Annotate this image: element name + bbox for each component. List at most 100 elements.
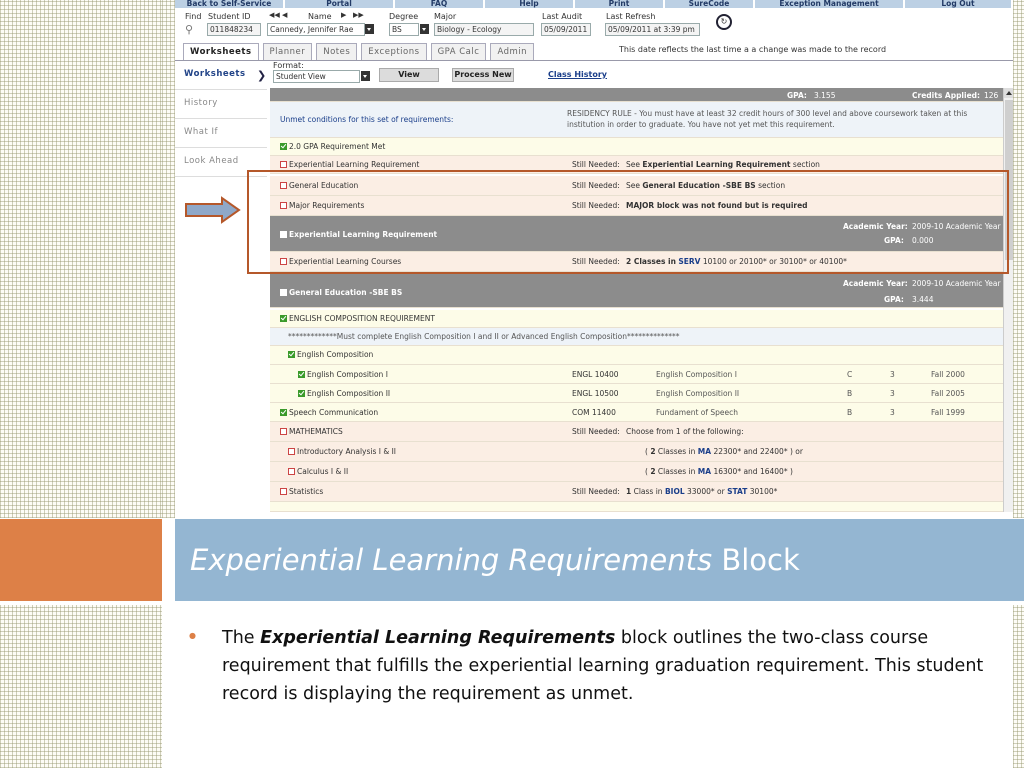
scrollbar[interactable] bbox=[1003, 88, 1013, 512]
residency-note: RESIDENCY RULE - You must have at least … bbox=[567, 109, 968, 129]
tab-exceptions[interactable]: Exceptions bbox=[361, 43, 427, 60]
sidebar-divider bbox=[175, 147, 267, 148]
tab-admin[interactable]: Admin bbox=[490, 43, 535, 60]
last-refresh-field: 05/09/2011 at 3:39 pm bbox=[605, 23, 700, 36]
check-icon bbox=[298, 371, 305, 378]
top-nav: Back to Self-Service Portal FAQ Help Pri… bbox=[175, 0, 1013, 8]
eng-comp-label: English Composition bbox=[297, 350, 374, 359]
sidebar-item-worksheets[interactable]: Worksheets bbox=[184, 69, 246, 79]
nav-portal[interactable]: Portal bbox=[285, 0, 395, 8]
classes-count: 1 bbox=[626, 487, 632, 496]
nav-back-to-self-service[interactable]: Back to Self-Service bbox=[175, 0, 285, 8]
gpa-requirement-row: 2.0 GPA Requirement Met bbox=[270, 138, 1013, 156]
tab-planner[interactable]: Planner bbox=[262, 43, 313, 60]
course-term: Fall 2000 bbox=[931, 370, 965, 379]
unchecked-box-icon bbox=[280, 488, 287, 495]
stat-course-number: 30100* bbox=[749, 487, 778, 496]
sidebar-item-look-ahead[interactable]: Look Ahead bbox=[184, 156, 239, 166]
accent-bar bbox=[0, 519, 162, 601]
degree-select[interactable]: BS bbox=[389, 23, 419, 36]
body-text-pre: The bbox=[222, 628, 255, 648]
nav-help[interactable]: Help bbox=[485, 0, 575, 8]
tab-notes[interactable]: Notes bbox=[316, 43, 358, 60]
gpa-requirement-label: 2.0 GPA Requirement Met bbox=[289, 142, 386, 151]
last-record-icon[interactable]: ▶▶ bbox=[353, 11, 364, 19]
course-code: ENGL 10400 bbox=[572, 370, 619, 379]
student-name-select[interactable]: Cannedy, Jennifer Rae bbox=[267, 23, 365, 36]
ma-subject-link[interactable]: MA bbox=[698, 447, 711, 456]
sidebar-divider bbox=[175, 118, 267, 119]
sidebar-item-what-if[interactable]: What If bbox=[184, 127, 218, 137]
still-needed-label: Still Needed: bbox=[572, 160, 620, 169]
gpa-label: GPA: bbox=[787, 91, 807, 100]
check-icon bbox=[280, 409, 287, 416]
highlight-box bbox=[247, 170, 1009, 274]
nav-print[interactable]: Print bbox=[575, 0, 665, 8]
unmet-label: Unmet conditions for this set of require… bbox=[280, 115, 454, 124]
classes-count: 2 bbox=[650, 467, 656, 476]
course-grade: B bbox=[847, 389, 853, 398]
tab-gpa-calc[interactable]: GPA Calc bbox=[430, 43, 487, 60]
sidebar-item-history[interactable]: History bbox=[184, 98, 218, 108]
next-record-icon[interactable]: ▶ bbox=[341, 11, 346, 19]
eng-comp-note: *************Must complete English Compo… bbox=[288, 332, 680, 341]
nav-faq[interactable]: FAQ bbox=[395, 0, 485, 8]
course-grade: B bbox=[847, 408, 853, 417]
arrow-right-icon bbox=[185, 196, 241, 224]
exp-req-label: Experiential Learning Requirement bbox=[289, 160, 420, 169]
view-button[interactable]: View bbox=[379, 68, 439, 82]
student-id-field[interactable]: 011848234 bbox=[207, 23, 261, 36]
slide-title-italic: Experiential Learning Requirements bbox=[190, 543, 713, 577]
check-icon bbox=[288, 351, 295, 358]
intro-analysis-label: Introductory Analysis I & II bbox=[297, 447, 397, 456]
bottom-right-pattern bbox=[1013, 605, 1024, 768]
ma-subject-link[interactable]: MA bbox=[698, 467, 711, 476]
chevron-down-icon[interactable] bbox=[361, 71, 370, 81]
biol-subject-link[interactable]: BIOL bbox=[665, 487, 685, 496]
format-select[interactable]: Student View bbox=[273, 70, 360, 83]
first-record-icon[interactable]: ◀◀ bbox=[269, 11, 280, 19]
course-grade: C bbox=[847, 370, 853, 379]
scroll-up-icon[interactable] bbox=[1004, 88, 1013, 98]
course-row: English Composition II ENGL 10500 Englis… bbox=[270, 384, 1013, 403]
chevron-down-icon[interactable] bbox=[365, 24, 374, 34]
nav-log-out[interactable]: Log Out bbox=[905, 0, 1013, 8]
stat-subject-link[interactable]: STAT bbox=[727, 487, 747, 496]
unchecked-box-icon bbox=[280, 289, 287, 296]
requirement-row: Statistics Still Needed: 1 Class in BIOL… bbox=[270, 482, 1013, 502]
course-title: English Composition II bbox=[656, 389, 740, 398]
refresh-icon[interactable]: ↻ bbox=[716, 14, 732, 30]
worksheet-panel: GPA: 3.155 Credits Applied: 126 Unmet co… bbox=[270, 88, 1013, 512]
course-credits: 3 bbox=[890, 370, 895, 379]
gpa-value: 3.155 bbox=[814, 91, 836, 100]
slide-title-plain: Block bbox=[721, 543, 800, 577]
left-pattern bbox=[0, 0, 162, 518]
nav-surecode[interactable]: SureCode bbox=[665, 0, 755, 8]
gpa-label: GPA: bbox=[884, 295, 904, 304]
chevron-right-icon: ❯ bbox=[257, 69, 267, 82]
course-name: Speech Communication bbox=[289, 408, 379, 417]
classes-in-label: Classes in bbox=[657, 467, 696, 476]
unchecked-box-icon bbox=[280, 428, 287, 435]
requirement-row: Calculus I & II ( 2 Classes in MA 16300*… bbox=[270, 462, 1013, 482]
find-icon[interactable]: ⚲ bbox=[185, 23, 193, 36]
slide-body-text: The Experiential Learning Requirements b… bbox=[222, 624, 1002, 708]
course-credits: 3 bbox=[890, 389, 895, 398]
last-audit-field: 05/09/2011 bbox=[541, 23, 591, 36]
last-audit-label: Last Audit bbox=[542, 12, 583, 21]
ma-course-numbers: 22300* and 22400* ) or bbox=[713, 447, 803, 456]
requirement-row: English Composition bbox=[270, 346, 1013, 365]
major-label: Major bbox=[434, 12, 457, 21]
chevron-down-icon[interactable] bbox=[420, 24, 429, 34]
process-new-button[interactable]: Process New bbox=[452, 68, 514, 82]
format-label: Format: bbox=[273, 61, 304, 70]
class-history-link[interactable]: Class History bbox=[548, 70, 607, 79]
gen-ed-block-header: General Education -SBE BS Academic Year:… bbox=[270, 272, 1013, 308]
tab-worksheets[interactable]: Worksheets bbox=[183, 43, 259, 60]
nav-exception-management[interactable]: Exception Management bbox=[755, 0, 905, 8]
prev-record-icon[interactable]: ◀ bbox=[282, 11, 287, 19]
slide-title: Experiential Learning Requirements Block bbox=[190, 543, 800, 577]
exp-req-section-link[interactable]: Experiential Learning Requirement bbox=[642, 160, 790, 169]
course-row: English Composition I ENGL 10400 English… bbox=[270, 365, 1013, 384]
course-name: English Composition II bbox=[307, 389, 391, 398]
